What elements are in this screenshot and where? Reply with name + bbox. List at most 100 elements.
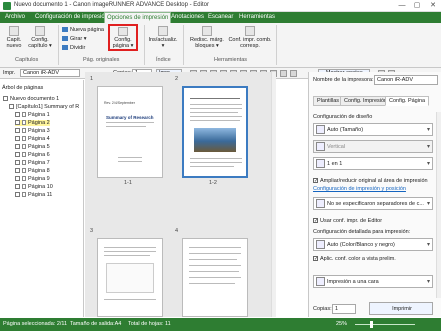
minimize-button[interactable]: — bbox=[395, 0, 409, 12]
layout-icon bbox=[316, 125, 325, 134]
pages-per-sheet-icon bbox=[316, 159, 325, 168]
diseno-value: Auto (Tamaño) bbox=[327, 127, 364, 133]
ribbon-separator bbox=[183, 25, 184, 65]
aplic-checkbox-row[interactable]: ✓ Aplic. conf. color a vista prelim. bbox=[313, 256, 396, 262]
status-output-size: Tamaño de salida:A4 bbox=[70, 321, 122, 327]
tree-page-9[interactable]: Página 9 bbox=[15, 176, 50, 182]
nueva-pagina-button[interactable]: Nueva página bbox=[62, 27, 104, 33]
tree-page-1[interactable]: Página 1 bbox=[15, 112, 50, 118]
tab-herramientas[interactable]: Herramientas bbox=[237, 12, 277, 23]
ampliar-checkbox[interactable]: ✓ bbox=[313, 178, 318, 184]
tab-plantillas[interactable]: Plantillas bbox=[313, 96, 344, 106]
thumb-title-text: Summary of Research bbox=[106, 115, 154, 120]
tree-page-2[interactable]: Página 2 bbox=[15, 120, 50, 126]
color-select[interactable]: Auto (Color/Blanco y negro) ▾ bbox=[313, 238, 433, 251]
page-tree-header: Árbol de páginas bbox=[2, 85, 44, 91]
config-capitulo-label-2: capítulo ▾ bbox=[28, 43, 52, 49]
chevron-down-icon: ▾ bbox=[426, 242, 430, 248]
text-line bbox=[118, 157, 142, 158]
tree-page-label: Página 5 bbox=[28, 144, 50, 150]
printer-select[interactable]: Canon iR-ADV bbox=[20, 69, 80, 77]
tree-root[interactable]: Nuevo documento 1 bbox=[3, 96, 59, 102]
page-icon bbox=[22, 144, 26, 150]
thumb-label: 1-2 bbox=[209, 180, 217, 186]
tree-page-8[interactable]: Página 8 bbox=[15, 168, 50, 174]
diseno-select[interactable]: Auto (Tamaño) ▾ bbox=[313, 123, 433, 136]
tab-anotaciones[interactable]: Anotaciones bbox=[169, 12, 206, 23]
tree-page-4[interactable]: Página 4 bbox=[15, 136, 50, 142]
redistr-margenes-button[interactable]: Redisc. márg. bloques ▾ bbox=[188, 26, 226, 49]
paginas-por-hoja-value: 1 en 1 bbox=[327, 161, 343, 167]
annotation-icon[interactable] bbox=[290, 70, 297, 77]
ins-actualiz-button[interactable]: Ins/actualiz. ▾ bbox=[148, 26, 178, 49]
copias-panel-input[interactable]: 1 bbox=[332, 304, 356, 314]
user-conf-checkbox[interactable]: ✓ bbox=[313, 218, 318, 224]
tab-config-impresion-panel[interactable]: Config. Impresión bbox=[340, 96, 392, 106]
page-icon bbox=[22, 152, 26, 158]
tree-page-11[interactable]: Página 11 bbox=[15, 192, 52, 198]
text-line bbox=[189, 271, 239, 272]
dividir-button[interactable]: Dividir bbox=[62, 45, 85, 51]
page-thumbnail-2[interactable] bbox=[182, 86, 248, 178]
tab-opciones-impresion[interactable]: Opciones de impresión bbox=[104, 12, 172, 23]
printer-name-select[interactable]: Canon iR-ADV bbox=[374, 75, 438, 85]
girar-label: Girar ▾ bbox=[70, 36, 87, 42]
text-line bbox=[189, 259, 237, 260]
text-line bbox=[190, 120, 240, 121]
config-capitulo-button[interactable]: Config. capítulo ▾ bbox=[27, 26, 53, 49]
tab-config-pagina[interactable]: Config. Página bbox=[385, 96, 430, 106]
orientacion-select[interactable]: Vertical ▾ bbox=[313, 140, 433, 153]
tab-config-impresion[interactable]: Configuración de impresión bbox=[33, 12, 110, 23]
aplic-checkbox[interactable]: ✓ bbox=[313, 256, 318, 262]
tree-page-6[interactable]: Página 6 bbox=[15, 152, 50, 158]
group-label-capitulos: Capítulos bbox=[15, 57, 39, 63]
duplex-icon bbox=[316, 277, 325, 286]
config-pagina-button[interactable]: Config. página ▾ bbox=[108, 24, 138, 51]
imprimir-button[interactable]: Imprimir bbox=[369, 302, 433, 315]
impresion-cara-select[interactable]: Impresión a una cara ▾ bbox=[313, 275, 433, 288]
ampliar-checkbox-row[interactable]: ✓ Ampliar/reducir original al área de imp… bbox=[313, 178, 428, 184]
zoom-slider[interactable] bbox=[355, 324, 415, 325]
copias-panel-label: Copias: bbox=[313, 306, 332, 312]
expand-icon[interactable] bbox=[3, 96, 8, 102]
ribbon-separator bbox=[276, 25, 277, 65]
capitulo-nuevo-button[interactable]: Capít. nuevo bbox=[3, 26, 25, 49]
expand-icon[interactable] bbox=[9, 104, 14, 110]
tree-page-7[interactable]: Página 7 bbox=[15, 160, 50, 166]
tree-page-3[interactable]: Página 3 bbox=[15, 128, 50, 134]
page-icon bbox=[22, 112, 26, 118]
title-bar: Nuevo documento 1 - Canon imageRUNNER AD… bbox=[0, 0, 441, 12]
detallada-label: Configuración detallada para impresión: bbox=[313, 229, 411, 235]
tree-page-10[interactable]: Página 10 bbox=[15, 184, 53, 190]
page-thumbnail-4[interactable] bbox=[182, 238, 248, 317]
separadores-value: No se especificaron separadores de c... bbox=[327, 201, 424, 207]
app-icon bbox=[3, 2, 11, 10]
paginas-por-hoja-select[interactable]: 1 en 1 ▾ bbox=[313, 157, 433, 170]
tree-root-label: Nuevo documento 1 bbox=[10, 96, 60, 102]
ins-actualiz-label-2: ▾ bbox=[161, 43, 165, 49]
settings-scrollbar[interactable] bbox=[436, 112, 441, 298]
separadores-select[interactable]: No se especificaron separadores de c... ▾ bbox=[313, 197, 433, 210]
close-button[interactable]: ✕ bbox=[426, 0, 440, 12]
preview-scrollbar[interactable] bbox=[271, 72, 276, 317]
color-value: Auto (Color/Blanco y negro) bbox=[327, 242, 395, 248]
user-conf-checkbox-row[interactable]: ✓ Usar conf. impr. de Editor bbox=[313, 218, 382, 224]
page-thumbnail-1[interactable]: Rev. 2/4/September Summary of Research bbox=[97, 86, 163, 178]
page-thumbnail-3[interactable] bbox=[97, 238, 163, 317]
dividir-label: Dividir bbox=[70, 45, 86, 51]
margins-icon bbox=[202, 26, 212, 36]
conf-impr-comb-button[interactable]: Conf. impr. comb. corresp. bbox=[228, 26, 272, 49]
impr-label: Impr. bbox=[3, 70, 16, 76]
zoom-slider-thumb[interactable] bbox=[370, 321, 373, 328]
maximize-button[interactable]: ▢ bbox=[410, 0, 424, 12]
config-impresion-posicion-link[interactable]: Configuración de impresión y posición bbox=[313, 186, 406, 192]
tab-archivo[interactable]: Archivo bbox=[3, 12, 27, 23]
tab-escanear[interactable]: Escanear bbox=[206, 12, 235, 23]
tree-page-label: Página 3 bbox=[28, 128, 50, 134]
tree-page-5[interactable]: Página 5 bbox=[15, 144, 50, 150]
ribbon-separator bbox=[144, 25, 145, 65]
new-page-icon bbox=[62, 27, 68, 33]
select-icon[interactable] bbox=[280, 70, 287, 77]
tree-chapter[interactable]: [Capítulo1] Summary of R bbox=[9, 104, 79, 110]
girar-button[interactable]: Girar ▾ bbox=[62, 36, 87, 42]
